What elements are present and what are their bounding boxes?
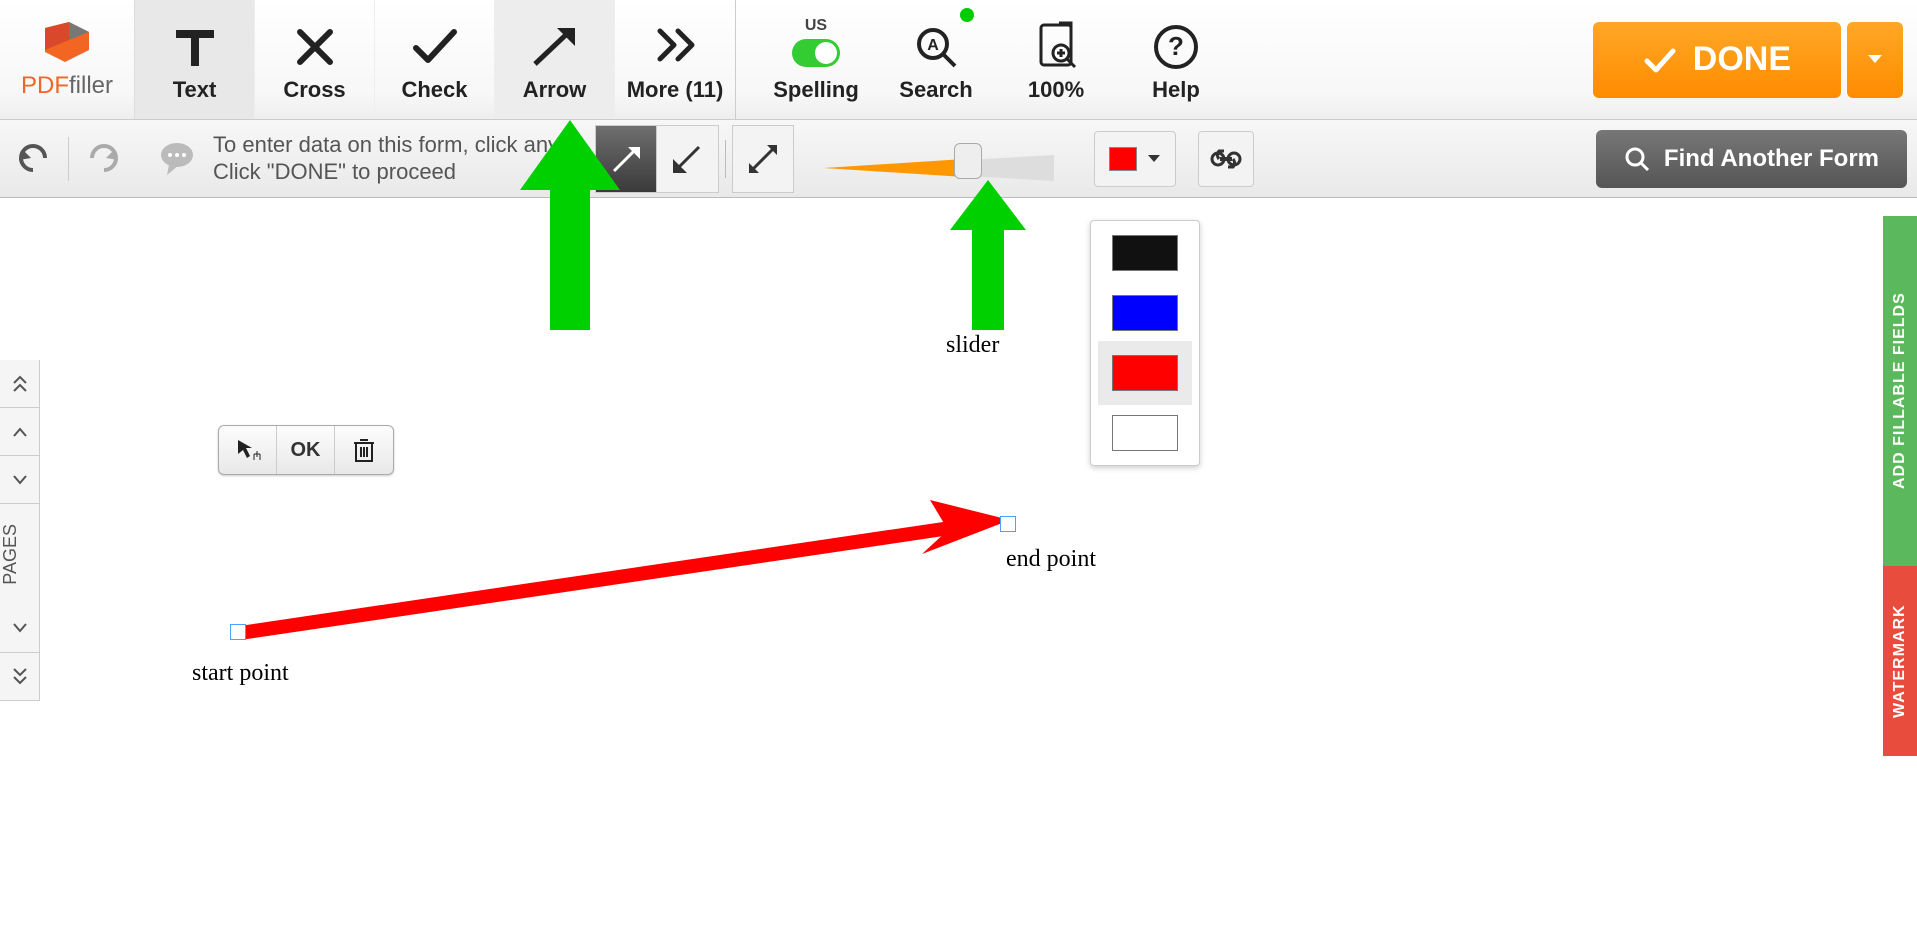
annotation-start: start point <box>192 660 289 687</box>
chevron-double-down-icon <box>11 666 29 686</box>
selection-toolbar: OK <box>218 425 394 475</box>
user-arrow-object[interactable] <box>230 500 1030 660</box>
redo-icon <box>88 144 122 174</box>
tool-spelling[interactable]: US Spelling <box>756 0 876 119</box>
cursor-move-icon <box>234 436 262 464</box>
thickness-slider[interactable] <box>824 139 1054 179</box>
brand-text: PDFfiller <box>21 72 113 100</box>
zoom-icon <box>1033 17 1079 77</box>
help-icon: ? <box>1152 17 1200 77</box>
color-option-white[interactable] <box>1112 415 1178 451</box>
done-button[interactable]: DONE <box>1593 22 1841 98</box>
chevron-down-icon <box>11 621 29 635</box>
tool-arrow[interactable]: Arrow <box>495 0 615 119</box>
arrow-double-icon <box>743 139 783 179</box>
search-icon <box>1624 146 1650 172</box>
spelling-lang-label: US <box>805 17 827 35</box>
arrow-style-double[interactable] <box>732 125 794 193</box>
tool-help[interactable]: ? Help <box>1116 0 1236 119</box>
tool-more[interactable]: More (11) <box>615 0 735 119</box>
color-swatch-icon <box>1109 147 1137 171</box>
pages-next[interactable] <box>0 456 39 504</box>
pages-prev[interactable] <box>0 408 39 456</box>
color-popup <box>1090 220 1200 466</box>
tool-check[interactable]: Check <box>375 0 495 119</box>
notification-dot-icon <box>960 8 974 22</box>
tutorial-pointer-slider-icon <box>950 180 1026 330</box>
tool-cross[interactable]: Cross <box>255 0 375 119</box>
chevron-up-icon <box>11 425 29 439</box>
find-another-form-button[interactable]: Find Another Form <box>1596 130 1907 188</box>
color-option-red[interactable] <box>1112 355 1178 391</box>
color-option-black[interactable] <box>1112 235 1178 271</box>
chevron-down-icon <box>1866 53 1884 67</box>
tool-text[interactable]: Text <box>135 0 255 119</box>
arrow-style-backward[interactable] <box>657 125 719 193</box>
pages-sidebar: PAGES <box>0 360 40 701</box>
text-icon <box>168 17 222 77</box>
undo-icon <box>15 144 49 174</box>
trash-icon <box>352 437 376 463</box>
svg-text:?: ? <box>1168 31 1184 61</box>
pages-next2[interactable] <box>0 605 39 653</box>
more-icon <box>652 17 698 77</box>
pages-label: PAGES <box>0 504 39 605</box>
redo-button[interactable] <box>83 137 127 181</box>
spelling-toggle-icon <box>792 39 840 67</box>
svg-text:A: A <box>927 37 939 54</box>
cross-icon <box>290 17 340 77</box>
delete-button[interactable] <box>335 426 393 474</box>
arrow-sw-icon <box>667 139 707 179</box>
undo-button[interactable] <box>10 137 54 181</box>
divider <box>725 140 726 178</box>
hint-bubble-icon <box>157 139 197 179</box>
arrow-icon <box>527 17 583 77</box>
tool-search[interactable]: A Search <box>876 0 996 119</box>
done-dropdown[interactable] <box>1847 22 1903 98</box>
move-button[interactable] <box>219 426 277 474</box>
ok-button[interactable]: OK <box>277 426 335 474</box>
link-button[interactable] <box>1198 131 1254 187</box>
slider-handle[interactable] <box>954 143 982 179</box>
color-option-blue[interactable] <box>1112 295 1178 331</box>
pages-last[interactable] <box>0 653 39 701</box>
check-icon <box>1643 43 1677 77</box>
annotation-end: end point <box>1006 546 1096 573</box>
tool-zoom[interactable]: 100% <box>996 0 1116 119</box>
annotation-slider: slider <box>946 332 999 359</box>
tutorial-pointer-arrow-icon <box>520 120 620 340</box>
pages-first[interactable] <box>0 360 39 408</box>
chevron-double-up-icon <box>11 374 29 394</box>
chevron-down-icon <box>11 473 29 487</box>
tab-add-fillable-fields[interactable]: ADD FILLABLE FIELDS <box>1883 216 1917 566</box>
tab-watermark[interactable]: WATERMARK <box>1883 566 1917 756</box>
divider <box>68 137 69 181</box>
color-picker-button[interactable] <box>1094 131 1176 187</box>
link-icon <box>1210 147 1242 171</box>
search-icon: A <box>911 17 961 77</box>
check-icon <box>408 17 462 77</box>
document-canvas[interactable]: slider OK start point end point <box>40 200 1883 933</box>
pdffiller-logo-icon <box>39 20 95 66</box>
slider-fill-icon <box>824 153 964 183</box>
arrow-start-handle[interactable] <box>230 624 246 640</box>
chevron-down-icon <box>1147 154 1161 164</box>
arrow-end-handle[interactable] <box>1000 516 1016 532</box>
brand-logo[interactable]: PDFfiller <box>0 0 135 119</box>
